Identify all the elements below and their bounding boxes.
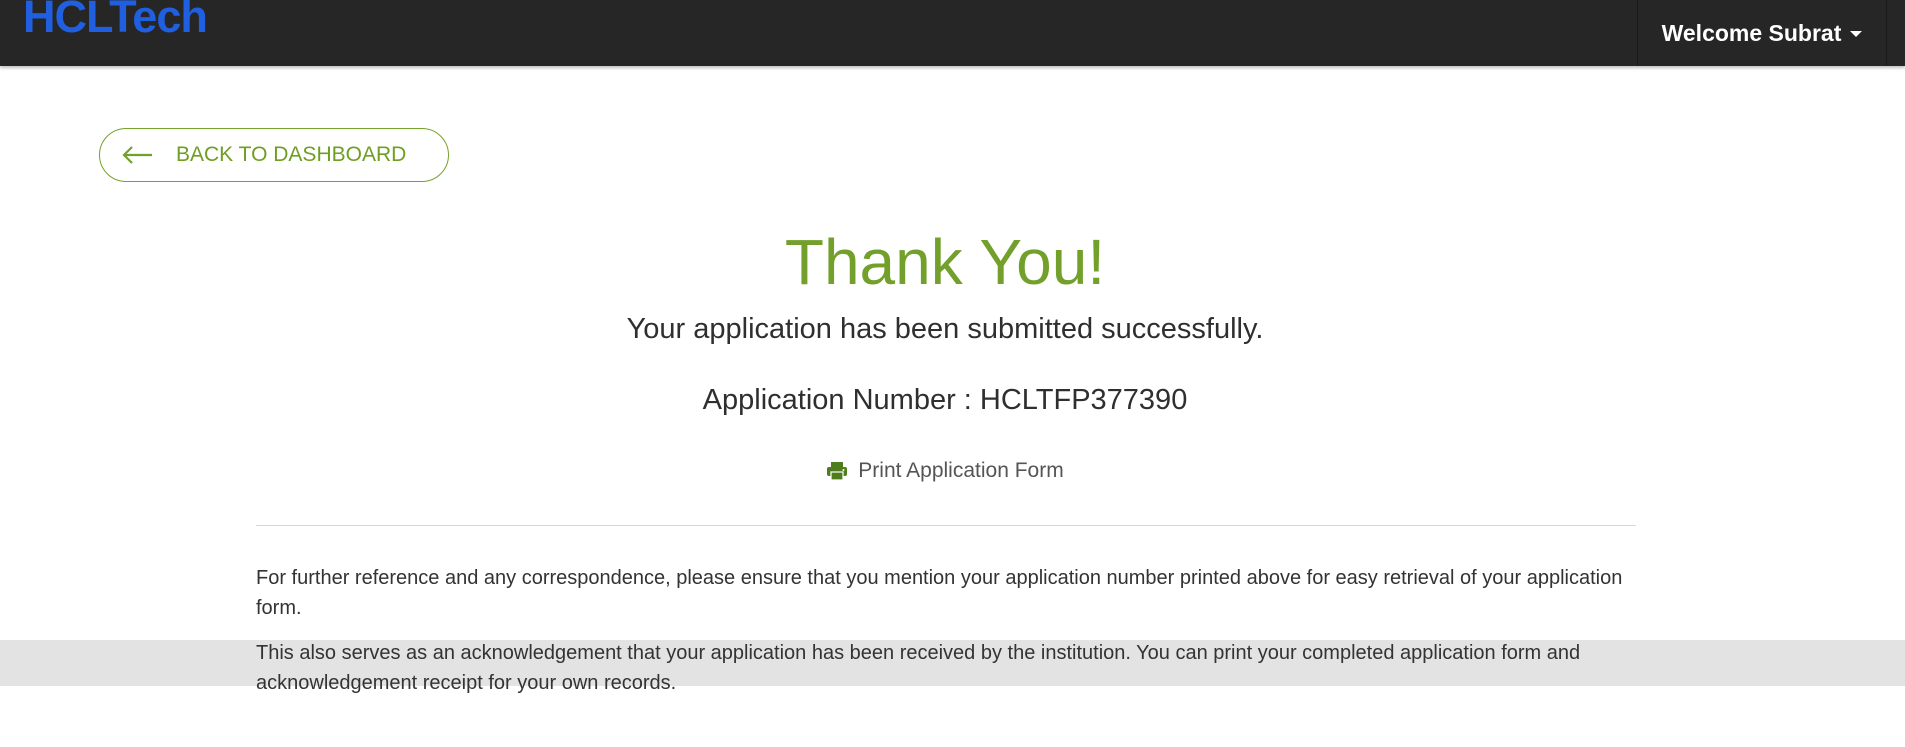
section-divider: [256, 525, 1636, 526]
top-navbar: HCLTech Welcome Subrat: [0, 0, 1905, 66]
printer-icon: [827, 462, 848, 481]
user-menu-label: Welcome Subrat: [1661, 19, 1842, 46]
user-menu-dropdown[interactable]: Welcome Subrat: [1637, 0, 1887, 66]
reference-paragraph: For further reference and any correspond…: [256, 567, 1623, 619]
back-button-label: BACK TO DASHBOARD: [176, 143, 407, 166]
back-to-dashboard-button[interactable]: BACK TO DASHBOARD: [99, 128, 449, 182]
print-application-link[interactable]: Print Application Form: [0, 459, 1890, 483]
caret-down-icon: [1850, 31, 1863, 37]
print-link-label: Print Application Form: [858, 459, 1064, 482]
thank-you-heading: Thank You!: [784, 226, 1106, 298]
submission-message: Your application has been submitted succ…: [626, 313, 1264, 345]
acknowledgement-paragraph: This also serves as an acknowledgement t…: [256, 642, 1581, 694]
hcltech-logo[interactable]: HCLTech: [23, 0, 208, 39]
arrow-left-icon: [122, 146, 152, 164]
application-number: Application Number : HCLTFP377390: [702, 384, 1188, 416]
